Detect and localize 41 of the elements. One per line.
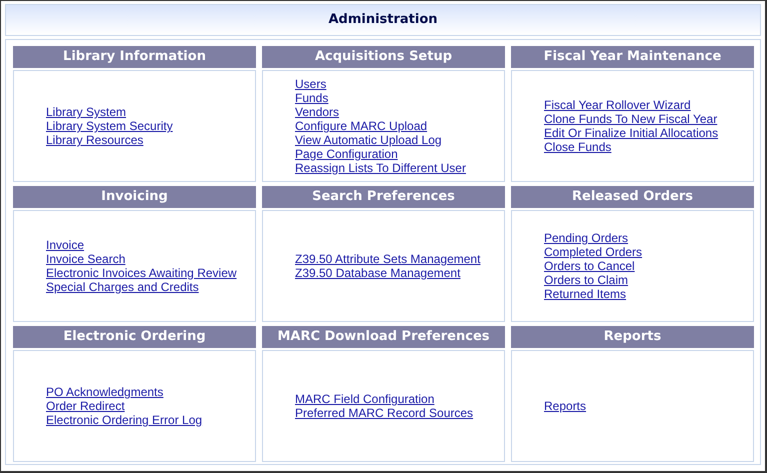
admin-link[interactable]: Returned Items bbox=[544, 287, 626, 301]
admin-link[interactable]: Reassign Lists To Different User bbox=[295, 161, 466, 175]
admin-link[interactable]: Library System Security bbox=[46, 119, 173, 133]
panel-heading: Library Information bbox=[13, 46, 256, 68]
admin-link[interactable]: Completed Orders bbox=[544, 245, 642, 259]
admin-link[interactable]: Edit Or Finalize Initial Allocations bbox=[544, 126, 718, 140]
admin-link[interactable]: Reports bbox=[544, 399, 586, 413]
admin-link[interactable]: Special Charges and Credits bbox=[46, 280, 199, 294]
admin-link[interactable]: Library System bbox=[46, 105, 126, 119]
panel-heading: Reports bbox=[511, 326, 754, 348]
panel-heading: Acquisitions Setup bbox=[262, 46, 505, 68]
admin-link[interactable]: Close Funds bbox=[544, 140, 612, 154]
admin-link[interactable]: Funds bbox=[295, 91, 328, 105]
panel-heading: Electronic Ordering bbox=[13, 326, 256, 348]
admin-link[interactable]: Invoice bbox=[46, 238, 84, 252]
admin-link[interactable]: Page Configuration bbox=[295, 147, 398, 161]
panel-heading: Search Preferences bbox=[262, 186, 505, 208]
admin-link[interactable]: Z39.50 Attribute Sets Management bbox=[295, 252, 480, 266]
admin-link[interactable]: MARC Field Configuration bbox=[295, 392, 434, 406]
admin-link[interactable]: PO Acknowledgments bbox=[46, 385, 164, 399]
panel-heading: Fiscal Year Maintenance bbox=[511, 46, 754, 68]
admin-link[interactable]: Vendors bbox=[295, 105, 340, 119]
admin-link[interactable]: Order Redirect bbox=[46, 399, 125, 413]
admin-link[interactable]: Z39.50 Database Management bbox=[295, 266, 460, 280]
admin-link[interactable]: Library Resources bbox=[46, 133, 144, 147]
page-title: Administration bbox=[5, 4, 761, 36]
panel-heading: Released Orders bbox=[511, 186, 754, 208]
admin-link[interactable]: Pending Orders bbox=[544, 231, 628, 245]
admin-link[interactable]: Electronic Ordering Error Log bbox=[46, 413, 202, 427]
admin-link[interactable]: Clone Funds To New Fiscal Year bbox=[544, 112, 718, 126]
admin-link[interactable]: Orders to Claim bbox=[544, 273, 628, 287]
panel-heading: Invoicing bbox=[13, 186, 256, 208]
admin-link[interactable]: Orders to Cancel bbox=[544, 259, 635, 273]
admin-link[interactable]: Preferred MARC Record Sources bbox=[295, 406, 474, 420]
admin-link[interactable]: Electronic Invoices Awaiting Review bbox=[46, 266, 237, 280]
admin-link[interactable]: Configure MARC Upload bbox=[295, 119, 428, 133]
admin-link[interactable]: View Automatic Upload Log bbox=[295, 133, 442, 147]
admin-link[interactable]: Fiscal Year Rollover Wizard bbox=[544, 98, 691, 112]
admin-link[interactable]: Invoice Search bbox=[46, 252, 126, 266]
panel-heading: MARC Download Preferences bbox=[262, 326, 505, 348]
admin-link[interactable]: Users bbox=[295, 77, 326, 91]
